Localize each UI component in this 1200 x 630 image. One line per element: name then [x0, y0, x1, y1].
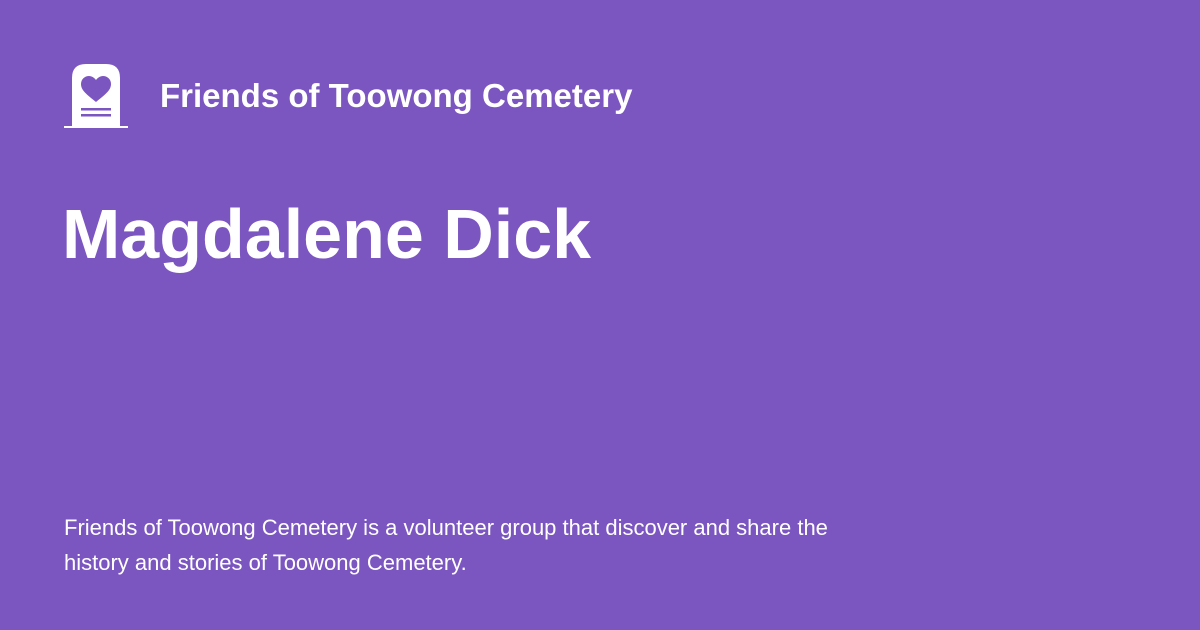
site-description: Friends of Toowong Cemetery is a volunte…: [64, 515, 828, 575]
site-header: Friends of Toowong Cemetery: [64, 64, 632, 128]
site-name: Friends of Toowong Cemetery: [160, 76, 633, 114]
page-title: Magdalene Dick: [62, 195, 592, 273]
headstone-heart-icon: [64, 64, 128, 128]
